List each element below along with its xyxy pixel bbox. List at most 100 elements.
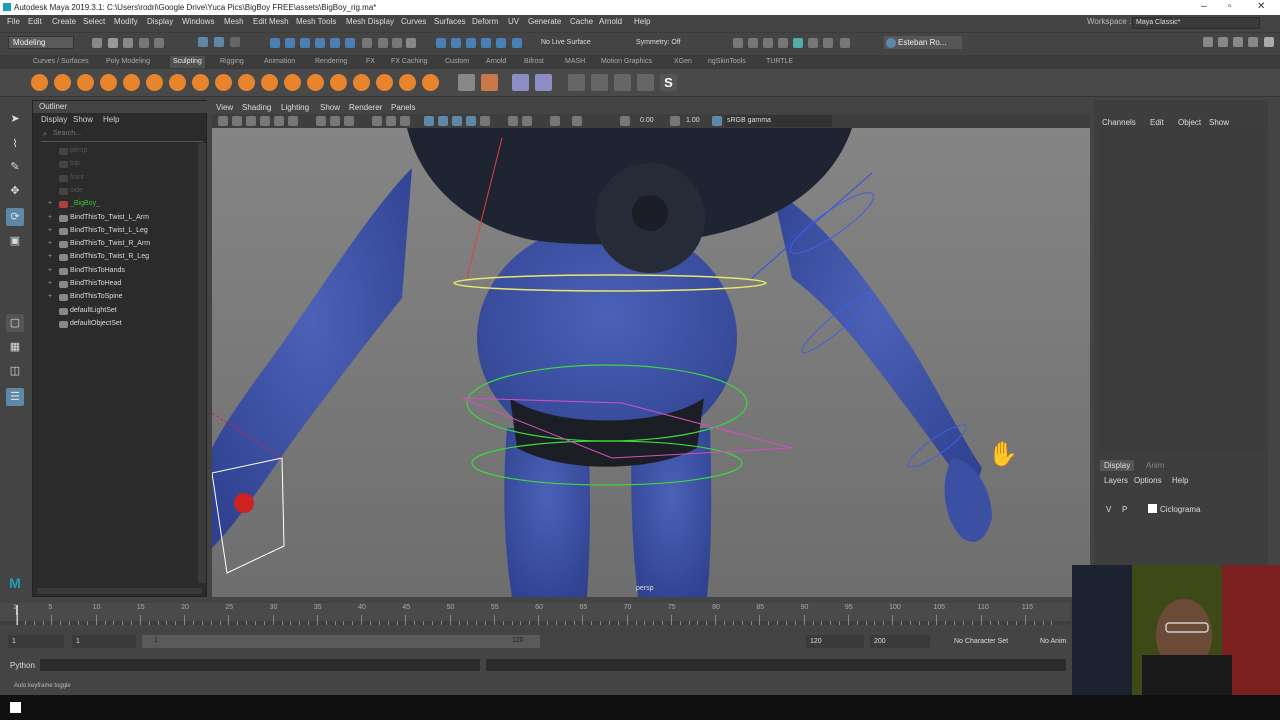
wax-tool-icon[interactable] — [261, 74, 278, 91]
layer-name[interactable]: Ciclograma — [1160, 505, 1200, 514]
modeling-toolkit-icon[interactable] — [1203, 37, 1213, 47]
convert-freeze-icon[interactable] — [458, 74, 475, 91]
brush-settings-icon[interactable] — [637, 74, 654, 91]
safe-action-icon[interactable] — [400, 116, 410, 126]
exposure-icon[interactable] — [620, 116, 630, 126]
expand-icon[interactable]: + — [48, 267, 52, 274]
maximize-icon[interactable]: ▫ — [1228, 1, 1232, 12]
save-scene-icon[interactable] — [123, 38, 133, 48]
command-language[interactable]: Python — [10, 661, 35, 670]
sculpt-tool-icon[interactable] — [31, 74, 48, 91]
scale-tool-icon[interactable]: ▣ — [6, 232, 24, 250]
menu-surfaces[interactable]: Surfaces — [434, 17, 466, 26]
bulge-tool-icon[interactable] — [376, 74, 393, 91]
outliner-item[interactable]: front — [33, 172, 198, 185]
maya-m-icon[interactable]: M — [6, 574, 24, 592]
shelf-tab-xgen[interactable]: XGen — [674, 58, 692, 65]
menu-arnold[interactable]: Arnold — [599, 17, 622, 26]
outliner-item[interactable]: side — [33, 185, 198, 198]
xray-joints-icon[interactable] — [572, 116, 582, 126]
expand-icon[interactable]: + — [48, 214, 52, 221]
menu-generate[interactable]: Generate — [528, 17, 561, 26]
menu-cache[interactable]: Cache — [570, 17, 593, 26]
rotate-tool-icon[interactable]: ⟳ — [6, 208, 24, 226]
unfreeze-icon[interactable] — [481, 74, 498, 91]
outliner-vscroll[interactable] — [198, 143, 206, 583]
history-icon[interactable] — [378, 38, 388, 48]
four-view-icon[interactable]: ▦ — [6, 338, 24, 356]
viewport-menu-show[interactable]: Show — [320, 103, 340, 112]
expand-icon[interactable]: + — [48, 253, 52, 260]
shelf-tab-fx[interactable]: FX — [366, 58, 375, 65]
menu-mesh-tools[interactable]: Mesh Tools — [296, 17, 336, 26]
gamma-icon[interactable] — [670, 116, 680, 126]
use-all-lights-icon[interactable] — [508, 116, 518, 126]
end-time-field[interactable]: 200 — [870, 635, 930, 648]
expand-icon[interactable]: + — [48, 227, 52, 234]
wireframe-toggle-icon[interactable] — [424, 116, 434, 126]
menu-modify[interactable]: Modify — [114, 17, 138, 26]
3d-viewport[interactable]: ✋ persp — [212, 128, 1090, 597]
outliner-item[interactable]: persp — [33, 145, 198, 158]
time-slider[interactable]: 1 5 10 15 20 25 30 35 40 45 50 55 60 65 70 75 80 85 90 95 10… — [0, 603, 1070, 625]
outliner-item[interactable]: + _BigBoy_ — [33, 198, 198, 211]
render-view-icon[interactable] — [512, 38, 522, 48]
gamma-field[interactable]: 1.00 — [686, 117, 700, 124]
shelf-tab-poly-modeling[interactable]: Poly Modeling — [106, 58, 150, 65]
channels-menu-edit[interactable]: Edit — [1150, 118, 1164, 127]
shelf-tab-motion-graphics[interactable]: Motion Graphics — [601, 58, 652, 65]
outliner-item[interactable]: + BindThisToHead — [33, 278, 198, 291]
default-material-icon[interactable] — [452, 116, 462, 126]
pinch-tool-icon[interactable] — [123, 74, 140, 91]
outliner-item[interactable]: top — [33, 158, 198, 171]
outliner-menu-show[interactable]: Show — [73, 115, 93, 124]
shelf-tab-rendering[interactable]: Rendering — [315, 58, 347, 65]
ambient-occlusion-icon[interactable] — [823, 38, 833, 48]
field-chart-icon[interactable] — [386, 116, 396, 126]
outliner-item[interactable]: defaultObjectSet — [33, 318, 198, 331]
grid-icon[interactable] — [316, 116, 326, 126]
snap-grid-icon[interactable] — [270, 38, 280, 48]
menu-file[interactable]: File — [7, 17, 20, 26]
menu-windows[interactable]: Windows — [182, 17, 214, 26]
select-hierarchy-icon[interactable] — [198, 37, 208, 47]
windows-start-icon[interactable] — [10, 702, 21, 713]
imprint-tool-icon[interactable] — [238, 74, 255, 91]
lock-icon[interactable] — [362, 38, 372, 48]
viewport-menu-view[interactable]: View — [216, 103, 233, 112]
menu-display[interactable]: Display — [147, 17, 173, 26]
range-bar[interactable] — [142, 635, 540, 648]
channels-menu-show[interactable]: Show — [1209, 118, 1229, 127]
outliner-item[interactable]: + BindThisToHands — [33, 265, 198, 278]
shadows-toggle-icon[interactable] — [522, 116, 532, 126]
layer-tab-anim[interactable]: Anim — [1146, 461, 1164, 470]
layer-menu-help[interactable]: Help — [1172, 476, 1188, 485]
shape-editor-icon[interactable] — [535, 74, 552, 91]
menu-create[interactable]: Create — [52, 17, 76, 26]
menu-edit[interactable]: Edit — [28, 17, 42, 26]
layer-color-swatch[interactable] — [1148, 504, 1157, 513]
expand-icon[interactable]: + — [48, 200, 52, 207]
colorspace-dropdown[interactable]: sRGB gamma — [724, 115, 832, 127]
snap-edge-icon[interactable] — [345, 38, 355, 48]
foamy-tool-icon[interactable] — [169, 74, 186, 91]
outliner-hscroll[interactable] — [37, 588, 202, 594]
symmetry-label[interactable]: Symmetry: Off — [636, 39, 681, 46]
relax-tool-icon[interactable] — [77, 74, 94, 91]
render-icon[interactable] — [451, 38, 461, 48]
channel-box-icon[interactable] — [1264, 37, 1274, 47]
outliner-menu-help[interactable]: Help — [103, 115, 119, 124]
select-component-icon[interactable] — [230, 37, 240, 47]
playback-end-field[interactable]: 120 — [806, 635, 864, 648]
two-view-icon[interactable]: ◫ — [6, 362, 24, 380]
amplify-tool-icon[interactable] — [399, 74, 416, 91]
select-object-icon[interactable] — [214, 37, 224, 47]
fill-tool-icon[interactable] — [307, 74, 324, 91]
smooth-shade-icon[interactable] — [763, 38, 773, 48]
menu-mesh[interactable]: Mesh — [224, 17, 244, 26]
knife-tool-icon[interactable] — [330, 74, 347, 91]
xray-icon[interactable] — [733, 38, 743, 48]
menu-deform[interactable]: Deform — [472, 17, 498, 26]
input-icon[interactable] — [392, 38, 402, 48]
start-time-field[interactable]: 1 — [8, 635, 64, 648]
